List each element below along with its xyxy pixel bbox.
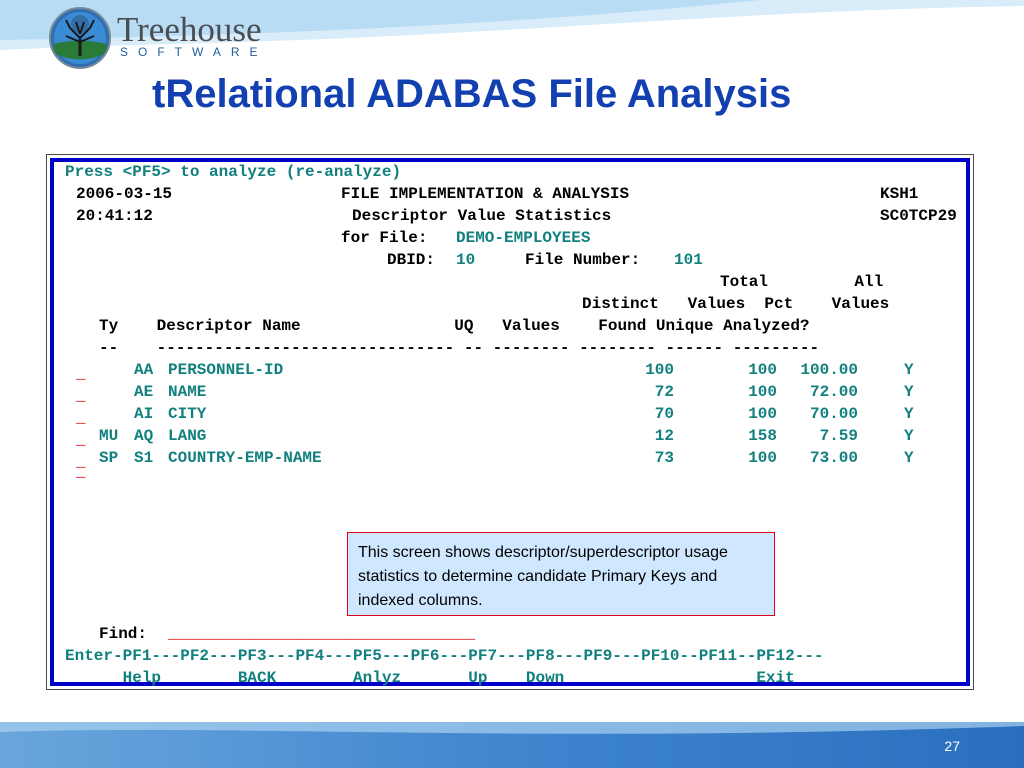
distinct-values: 70 xyxy=(654,405,674,423)
logo-name: Treehouse xyxy=(117,10,262,49)
screen-date: 2006-03-15 xyxy=(76,185,173,203)
distinct-values: 73 xyxy=(654,449,674,467)
distinct-values: 100 xyxy=(645,361,674,379)
column-header-line-3: Ty Descriptor Name UQ Values Found Uniqu… xyxy=(99,317,810,335)
find-input[interactable]: ________________________________ xyxy=(168,623,475,645)
file-number-value: 101 xyxy=(674,251,703,269)
analyzed-flag: Y xyxy=(904,405,914,423)
total-values: 100 xyxy=(748,405,777,423)
page-number: 27 xyxy=(944,738,960,754)
for-file-label: for File: xyxy=(341,229,428,247)
screen-time: 20:41:12 xyxy=(76,207,153,225)
row-select-field[interactable]: _ xyxy=(76,385,86,407)
row-select-field[interactable]: _ xyxy=(76,407,86,429)
descriptor-name: NAME xyxy=(168,383,207,401)
pct-unique: 100.00 xyxy=(800,361,858,379)
pct-unique: 73.00 xyxy=(809,449,858,467)
pf-key-bar[interactable]: Enter-PF1---PF2---PF3---PF4---PF5---PF6-… xyxy=(65,645,824,667)
column-header-line-1: Total All xyxy=(720,273,884,291)
descriptor-code: S1 xyxy=(134,449,154,467)
distinct-values: 12 xyxy=(654,427,674,445)
row-select-field[interactable]: _ xyxy=(76,429,86,451)
terminal-id: SC0TCP29 xyxy=(880,207,957,225)
analyzed-flag: Y xyxy=(904,383,914,401)
total-values: 100 xyxy=(748,383,777,401)
descriptor-name: CITY xyxy=(168,405,207,423)
row-select-field[interactable]: _ xyxy=(76,363,86,385)
pct-unique: 72.00 xyxy=(809,383,858,401)
descriptor-name: LANG xyxy=(168,427,207,445)
pf5-prompt: Press <PF5> to analyze (re-analyze) xyxy=(65,163,402,181)
total-values: 100 xyxy=(748,449,777,467)
file-number-label: File Number: xyxy=(525,251,641,269)
analyzed-flag: Y xyxy=(904,449,914,467)
screen-subheading: Descriptor Value Statistics xyxy=(352,207,612,225)
distinct-values: 72 xyxy=(654,383,674,401)
logo-tagline: SOFTWARE xyxy=(120,45,268,59)
dbid-value: 10 xyxy=(456,251,476,269)
row-select-field[interactable]: _ xyxy=(76,461,86,483)
descriptor-code: AE xyxy=(134,383,154,401)
analyzed-flag: Y xyxy=(904,361,914,379)
column-header-separator: -- ------------------------------- -- --… xyxy=(99,339,820,357)
total-values: 158 xyxy=(748,427,777,445)
file-name: DEMO-EMPLOYEES xyxy=(456,229,591,247)
footer-band xyxy=(0,722,1024,768)
pct-unique: 7.59 xyxy=(819,427,858,445)
analyzed-flag: Y xyxy=(904,427,914,445)
dbid-label: DBID: xyxy=(387,251,436,269)
descriptor-code: AI xyxy=(134,405,154,423)
pf-key-labels[interactable]: Help BACK Anlyz Up Down Exit xyxy=(65,667,795,689)
screen-heading: FILE IMPLEMENTATION & ANALYSIS xyxy=(341,185,630,203)
pct-unique: 70.00 xyxy=(809,405,858,423)
total-values: 100 xyxy=(748,361,777,379)
descriptor-name: PERSONNEL-ID xyxy=(168,361,284,379)
descriptor-type: MU xyxy=(99,427,119,445)
slide-title: tRelational ADABAS File Analysis xyxy=(152,72,792,116)
column-header-line-2: Distinct Values Pct Values xyxy=(582,295,890,313)
descriptor-code: AA xyxy=(134,361,154,379)
system-id: KSH1 xyxy=(880,185,919,203)
descriptor-type: SP xyxy=(99,449,119,467)
descriptor-name: COUNTRY-EMP-NAME xyxy=(168,449,322,467)
treehouse-logo-icon xyxy=(49,7,111,69)
descriptor-code: AQ xyxy=(134,427,154,445)
callout-note: This screen shows descriptor/superdescri… xyxy=(347,532,775,616)
find-label: Find: xyxy=(99,625,148,643)
